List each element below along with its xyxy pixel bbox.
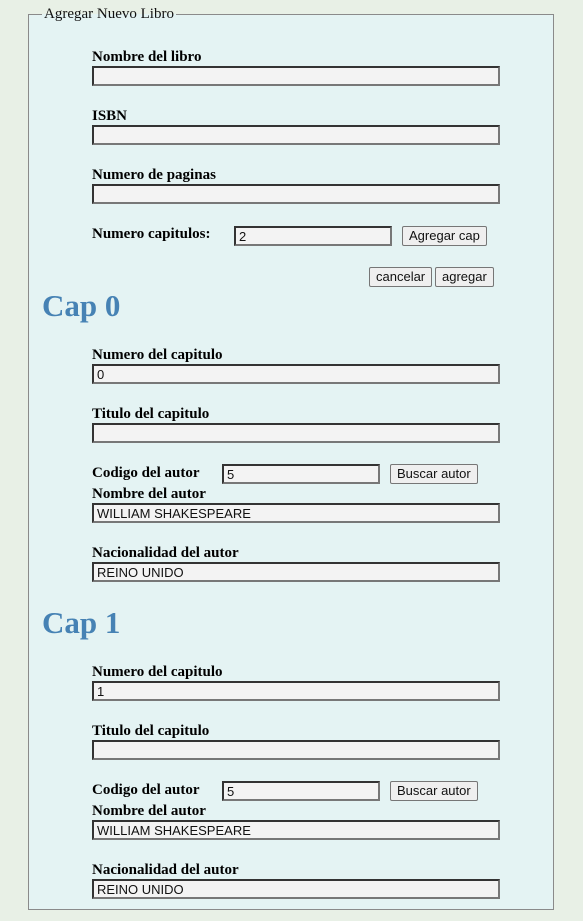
author-nationality-label: Nacionalidad del autor [92, 862, 239, 878]
author-code-input[interactable] [222, 781, 380, 801]
chapters-count-label: Numero capitulos: [92, 226, 211, 242]
chapter-number-label: Numero del capitulo [92, 347, 223, 363]
add-button[interactable]: agregar [435, 267, 494, 287]
author-name-label: Nombre del autor [92, 486, 206, 502]
chapter-heading: Cap 1 [42, 605, 121, 640]
search-author-button[interactable]: Buscar autor [390, 464, 478, 484]
author-nationality-input[interactable] [92, 879, 500, 899]
chapter-title-input[interactable] [92, 423, 500, 443]
book-name-input[interactable] [92, 66, 500, 86]
chapter-title-input[interactable] [92, 740, 500, 760]
isbn-input[interactable] [92, 125, 500, 145]
add-book-fieldset [28, 14, 554, 910]
chapter-title-label: Titulo del capitulo [92, 406, 210, 422]
author-code-label: Codigo del autor [92, 782, 200, 798]
cancel-button[interactable]: cancelar [369, 267, 433, 287]
chapter-heading: Cap 0 [42, 288, 121, 323]
author-code-input[interactable] [222, 464, 380, 484]
chapter-number-label: Numero del capitulo [92, 664, 223, 680]
form-legend: Agregar Nuevo Libro [42, 6, 176, 22]
search-author-button[interactable]: Buscar autor [390, 781, 478, 801]
pages-label: Numero de paginas [92, 167, 216, 183]
chapter-title-label: Titulo del capitulo [92, 723, 210, 739]
author-name-label: Nombre del autor [92, 803, 206, 819]
pages-input[interactable] [92, 184, 500, 204]
chapters-count-input[interactable] [234, 226, 392, 246]
add-chapter-button[interactable]: Agregar cap [402, 226, 487, 246]
author-nationality-label: Nacionalidad del autor [92, 545, 239, 561]
chapter-number-input[interactable] [92, 364, 500, 384]
isbn-label: ISBN [92, 108, 128, 124]
book-name-label: Nombre del libro [92, 49, 202, 65]
author-code-label: Codigo del autor [92, 465, 200, 481]
author-name-input[interactable] [92, 503, 500, 523]
chapter-number-input[interactable] [92, 681, 500, 701]
author-name-input[interactable] [92, 820, 500, 840]
author-nationality-input[interactable] [92, 562, 500, 582]
